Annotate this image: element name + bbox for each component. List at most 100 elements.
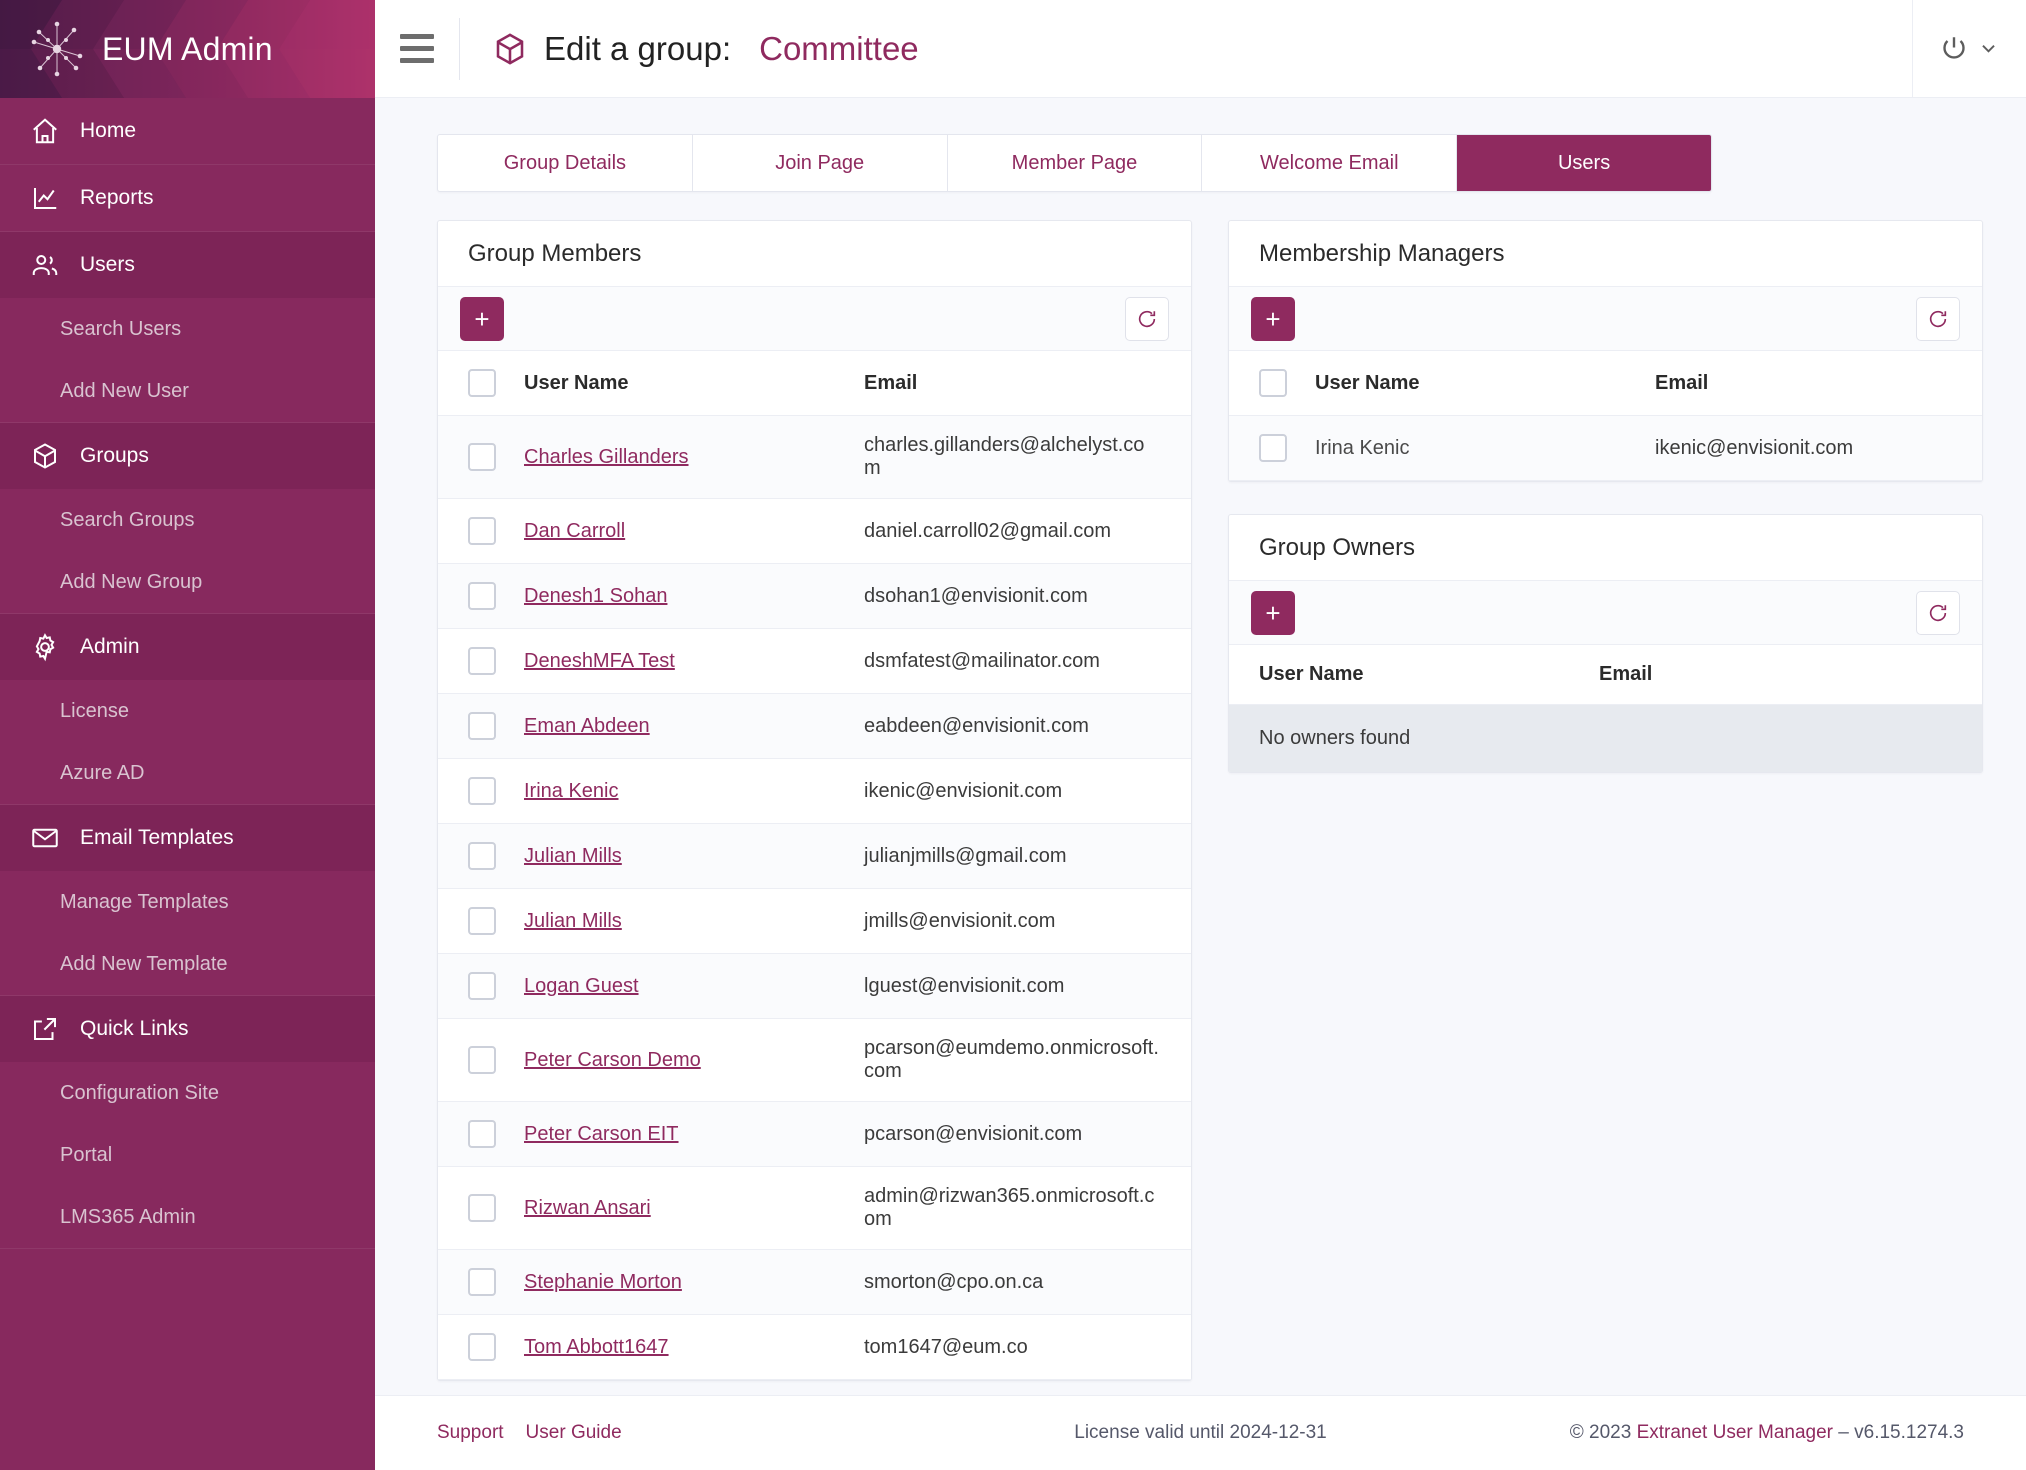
- row-select-checkbox[interactable]: [468, 443, 496, 471]
- sidebar-item-configuration-site[interactable]: Configuration Site: [0, 1062, 375, 1124]
- sidebar-item-manage-templates[interactable]: Manage Templates: [0, 871, 375, 933]
- table-row: Tom Abbott1647 tom1647@eum.co: [438, 1314, 1191, 1380]
- membership-managers-panel: Membership Managers + User Name Email Ir…: [1228, 220, 1983, 482]
- sidebar-item-email-templates[interactable]: Email Templates: [0, 805, 375, 871]
- row-select-checkbox[interactable]: [468, 712, 496, 740]
- user-name-link[interactable]: Dan Carroll: [524, 520, 625, 542]
- table-row: Denesh1 Sohan dsohan1@envisionit.com: [438, 563, 1191, 629]
- nav-group-admin: Admin License Azure AD: [0, 614, 375, 805]
- user-name-cell: Julian Mills: [524, 823, 864, 889]
- row-select-checkbox[interactable]: [468, 972, 496, 1000]
- support-link[interactable]: Support: [437, 1422, 504, 1444]
- user-name-link[interactable]: Julian Mills: [524, 910, 622, 932]
- sidebar-item-add-new-user[interactable]: Add New User: [0, 360, 375, 422]
- page-title-prefix: Edit a group:: [544, 29, 732, 67]
- membership-managers-title: Membership Managers: [1229, 221, 1982, 287]
- select-all-managers-checkbox[interactable]: [1259, 369, 1287, 397]
- group-members-panel: Group Members + User Name Email Charles …: [437, 220, 1192, 1381]
- row-select-checkbox[interactable]: [468, 842, 496, 870]
- brand-header: EUM Admin: [0, 0, 375, 98]
- add-owner-button[interactable]: +: [1251, 590, 1295, 635]
- row-select-checkbox[interactable]: [468, 1194, 496, 1222]
- row-select-checkbox[interactable]: [468, 1120, 496, 1148]
- sidebar-item-label: Email Templates: [80, 826, 234, 849]
- user-name-link[interactable]: Denesh1 Sohan: [524, 585, 667, 607]
- sidebar-item-azure-ad[interactable]: Azure AD: [0, 742, 375, 804]
- user-name-link[interactable]: Peter Carson EIT: [524, 1123, 679, 1145]
- hamburger-icon[interactable]: [375, 0, 459, 97]
- user-name-cell: DeneshMFA Test: [524, 628, 864, 694]
- column-email: Email: [1655, 351, 1982, 416]
- user-email-cell: ikenic@envisionit.com: [864, 758, 1191, 824]
- tab-join-page[interactable]: Join Page: [693, 135, 948, 191]
- column-email: Email: [864, 351, 1191, 416]
- sidebar-item-admin[interactable]: Admin: [0, 614, 375, 680]
- add-manager-button[interactable]: +: [1251, 296, 1295, 341]
- user-name-link[interactable]: DeneshMFA Test: [524, 650, 675, 672]
- user-guide-link[interactable]: User Guide: [526, 1422, 622, 1444]
- sidebar-item-lms365-admin[interactable]: LMS365 Admin: [0, 1186, 375, 1248]
- user-name-link[interactable]: Tom Abbott1647: [524, 1336, 669, 1358]
- sidebar-item-home[interactable]: Home: [0, 98, 375, 164]
- user-name-link[interactable]: Peter Carson Demo: [524, 1049, 701, 1071]
- user-name-link[interactable]: Julian Mills: [524, 845, 622, 867]
- membership-managers-rows: Irina Kenic ikenic@envisionit.com: [1229, 415, 1982, 481]
- sidebar-item-search-groups[interactable]: Search Groups: [0, 489, 375, 551]
- user-email-cell: pcarson@eumdemo.onmicrosoft.com: [864, 1018, 1191, 1102]
- row-select-checkbox[interactable]: [1259, 434, 1287, 462]
- tab-member-page[interactable]: Member Page: [948, 135, 1203, 191]
- user-name-cell: Rizwan Ansari: [524, 1166, 864, 1250]
- external-link-icon: [30, 1014, 60, 1044]
- group-owners-toolbar: +: [1229, 581, 1982, 645]
- row-select-checkbox[interactable]: [468, 582, 496, 610]
- sidebar-item-users[interactable]: Users: [0, 232, 375, 298]
- user-name-link[interactable]: Logan Guest: [524, 975, 639, 997]
- no-owners-found-text: No owners found: [1229, 704, 1982, 772]
- group-edit-tabs: Group Details Join Page Member Page Welc…: [437, 134, 1712, 192]
- sidebar: EUM Admin Home Reports Users Search User…: [0, 0, 375, 1470]
- cube-icon: [30, 441, 60, 471]
- row-select-checkbox[interactable]: [468, 517, 496, 545]
- row-select-checkbox[interactable]: [468, 1333, 496, 1361]
- refresh-icon: [1929, 604, 1947, 621]
- user-power-menu[interactable]: [1912, 0, 2026, 97]
- tab-group-details[interactable]: Group Details: [438, 135, 693, 191]
- tab-welcome-email[interactable]: Welcome Email: [1202, 135, 1458, 191]
- user-name-link[interactable]: Stephanie Morton: [524, 1271, 682, 1293]
- envelope-icon: [30, 823, 60, 853]
- refresh-members-button[interactable]: [1125, 296, 1169, 341]
- sidebar-item-add-new-template[interactable]: Add New Template: [0, 933, 375, 995]
- sidebar-item-groups[interactable]: Groups: [0, 423, 375, 489]
- user-name-link[interactable]: Charles Gillanders: [524, 446, 689, 468]
- cube-icon: [496, 32, 524, 65]
- user-name-link[interactable]: Irina Kenic: [524, 780, 619, 802]
- table-row: Charles Gillanders charles.gillanders@alc…: [438, 415, 1191, 499]
- tab-users[interactable]: Users: [1457, 135, 1711, 191]
- product-name: Extranet User Manager: [1636, 1422, 1833, 1443]
- sidebar-item-license[interactable]: License: [0, 680, 375, 742]
- refresh-owners-button[interactable]: [1916, 590, 1960, 635]
- select-all-members-checkbox[interactable]: [468, 369, 496, 397]
- row-select-checkbox[interactable]: [468, 1046, 496, 1074]
- power-icon: [1943, 36, 1965, 59]
- sidebar-item-reports[interactable]: Reports: [0, 165, 375, 231]
- row-select-checkbox[interactable]: [468, 907, 496, 935]
- chevron-down-icon: [1982, 45, 1995, 53]
- sidebar-item-add-new-group[interactable]: Add New Group: [0, 551, 375, 613]
- user-name-link[interactable]: Rizwan Ansari: [524, 1197, 651, 1219]
- add-member-button[interactable]: +: [460, 296, 504, 341]
- user-email-cell: ikenic@envisionit.com: [1655, 415, 1982, 481]
- table-row: Irina Kenic ikenic@envisionit.com: [438, 758, 1191, 824]
- row-select-checkbox[interactable]: [468, 777, 496, 805]
- user-name-link[interactable]: Eman Abdeen: [524, 715, 650, 737]
- row-select-checkbox[interactable]: [468, 1268, 496, 1296]
- copyright-prefix: © 2023: [1569, 1422, 1637, 1443]
- sidebar-item-search-users[interactable]: Search Users: [0, 298, 375, 360]
- sidebar-item-quick-links[interactable]: Quick Links: [0, 996, 375, 1062]
- row-select-checkbox[interactable]: [468, 647, 496, 675]
- group-members-column: Group Members + User Name Email Charles …: [437, 220, 1192, 1381]
- sidebar-item-portal[interactable]: Portal: [0, 1124, 375, 1186]
- user-name-cell: Julian Mills: [524, 888, 864, 954]
- refresh-managers-button[interactable]: [1916, 296, 1960, 341]
- group-members-title: Group Members: [438, 221, 1191, 287]
